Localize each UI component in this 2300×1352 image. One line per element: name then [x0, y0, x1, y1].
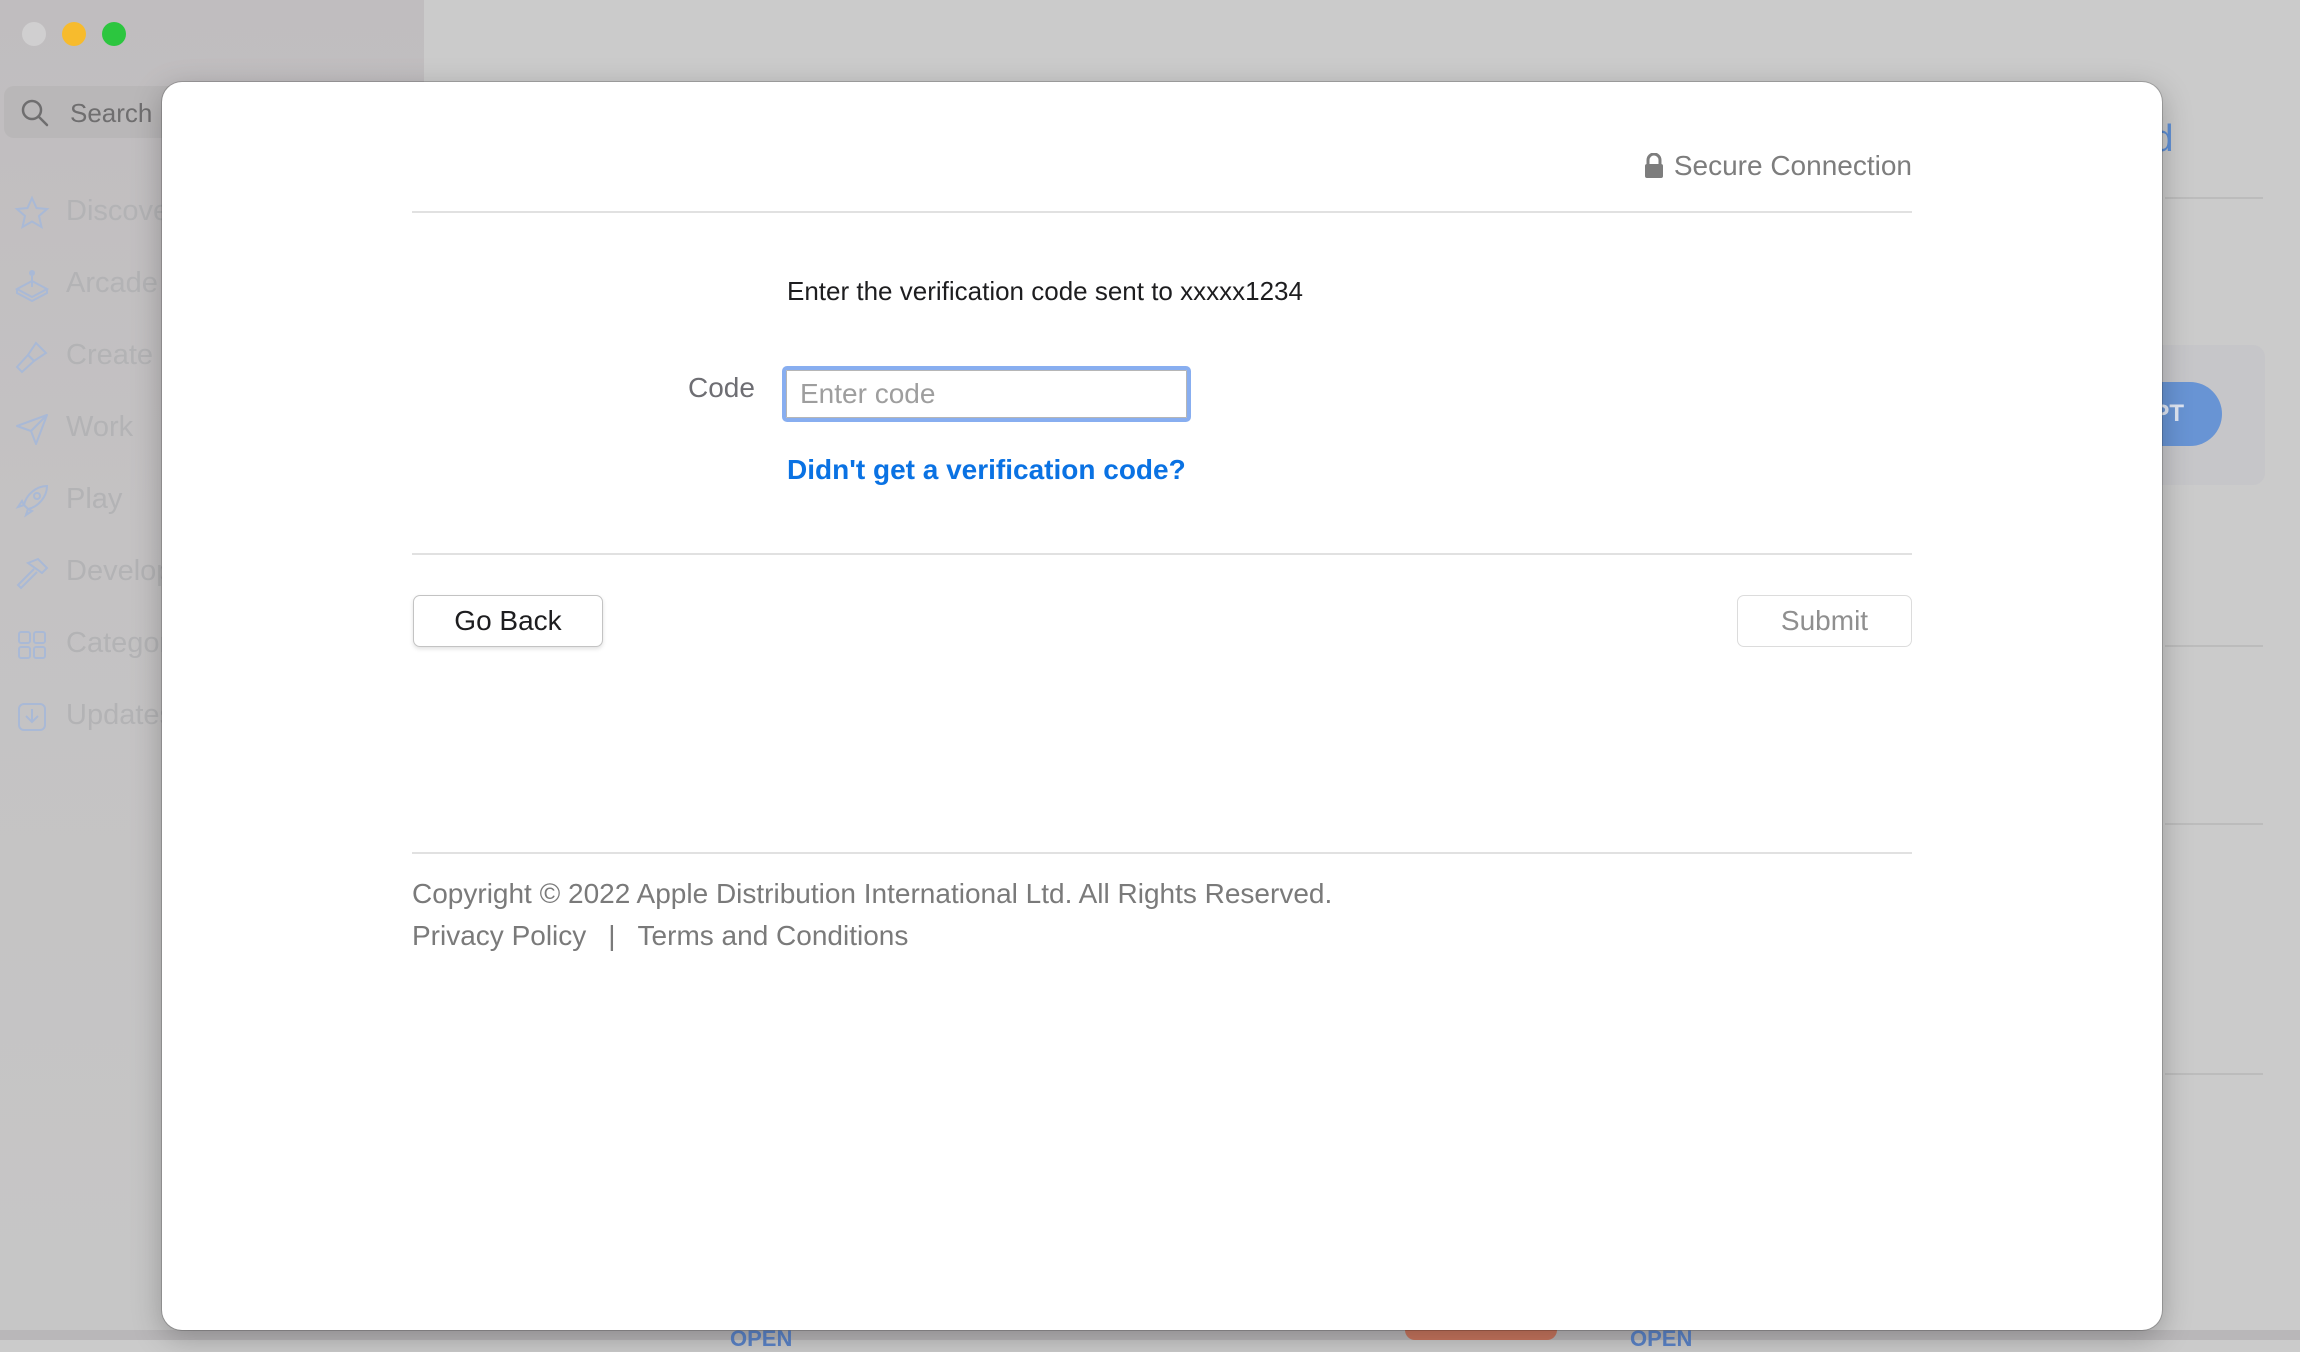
- verification-instructions: Enter the verification code sent to xxxx…: [787, 276, 1303, 306]
- background-divider: [2165, 197, 2263, 199]
- privacy-policy-link[interactable]: Privacy Policy: [412, 920, 586, 952]
- paintbrush-icon: [15, 341, 48, 374]
- footer-links: Privacy Policy | Terms and Conditions: [412, 920, 908, 952]
- close-window-button[interactable]: [22, 22, 46, 46]
- link-separator: |: [608, 920, 616, 951]
- footer-divider: [412, 852, 1912, 854]
- secure-connection-indicator: Secure Connection: [1644, 150, 1912, 182]
- maximize-window-button[interactable]: [102, 22, 126, 46]
- resend-code-link[interactable]: Didn't get a verification code?: [787, 454, 1186, 486]
- background-bottom-strip: [0, 1330, 2300, 1340]
- sidebar-item-label: Play: [66, 483, 123, 515]
- go-back-button[interactable]: Go Back: [413, 595, 603, 647]
- verification-modal: Secure Connection Enter the verification…: [162, 82, 2162, 1330]
- rocket-icon: [15, 484, 49, 518]
- background-app-icon: [1405, 1330, 1557, 1340]
- background-divider: [2165, 823, 2263, 825]
- search-icon: [21, 99, 49, 127]
- grid-icon: [18, 631, 46, 659]
- lock-icon: [1644, 153, 1663, 178]
- star-icon: [14, 195, 50, 230]
- copyright-text: Copyright © 2022 Apple Distribution Inte…: [412, 878, 1333, 909]
- actions-divider: [412, 553, 1912, 555]
- joystick-icon: [14, 270, 50, 303]
- verification-code-input[interactable]: [782, 366, 1191, 422]
- secure-connection-label: Secure Connection: [1673, 150, 1912, 181]
- background-divider: [2165, 1073, 2263, 1075]
- sidebar-item-label: Create: [66, 339, 154, 371]
- minimize-window-button[interactable]: [62, 22, 86, 46]
- terms-and-conditions-link[interactable]: Terms and Conditions: [638, 920, 909, 952]
- sidebar-item-label: Develop: [66, 555, 173, 587]
- sidebar-item-label: Updates: [66, 699, 175, 731]
- background-divider: [2165, 645, 2263, 647]
- header-divider: [412, 211, 1912, 213]
- hammer-icon: [16, 557, 49, 590]
- download-icon: [18, 703, 46, 731]
- sidebar-item-label: Arcade: [66, 267, 158, 299]
- sidebar-item-label: Work: [66, 411, 134, 443]
- code-field-label: Code: [688, 372, 755, 403]
- paper-plane-icon: [16, 414, 48, 445]
- submit-button[interactable]: Submit: [1737, 595, 1912, 647]
- search-label: Search: [70, 98, 153, 128]
